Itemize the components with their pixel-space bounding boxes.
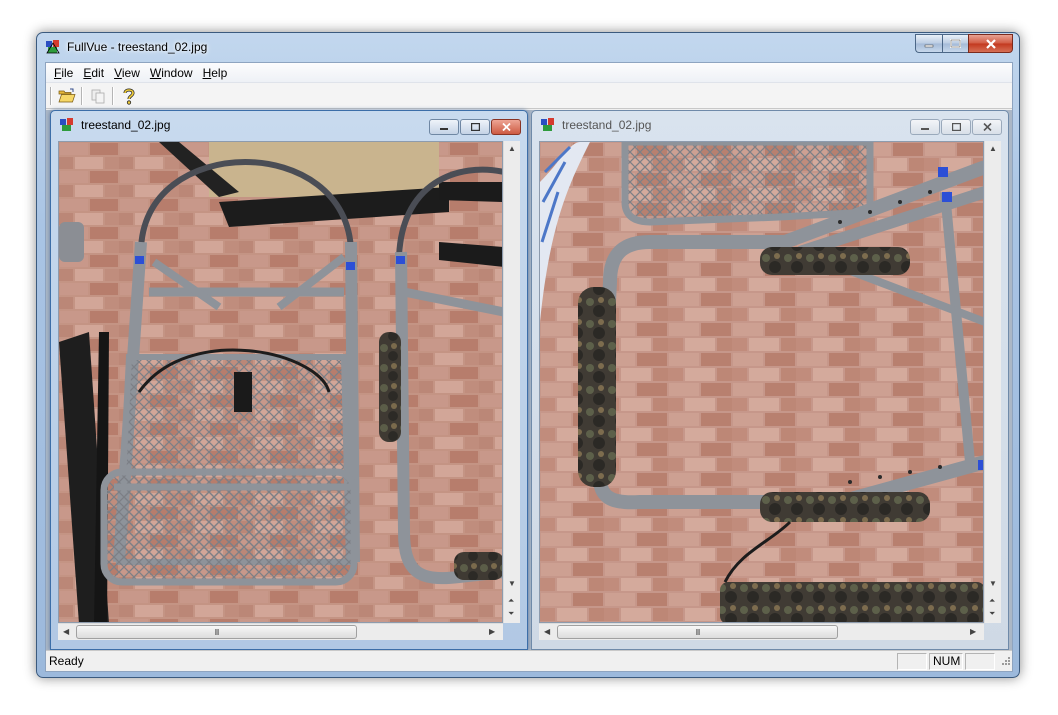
child-title-2: treestand_02.jpg <box>562 118 652 132</box>
horizontal-scroll-thumb-1[interactable]: III <box>76 625 357 639</box>
maximize-icon <box>950 39 961 48</box>
scroll-down-icon[interactable]: ▼ <box>508 579 516 588</box>
menu-window[interactable]: Window <box>145 66 198 80</box>
horizontal-scrollbar-1[interactable]: ◀ III ▶ <box>58 623 503 640</box>
close-icon <box>501 123 511 131</box>
child-window-2: treestand_02.jpg ▲ ▼ ⏶ ⏷ ◀ III ▶ <box>531 110 1009 650</box>
folder-open-icon <box>58 88 75 102</box>
child-restore-button[interactable] <box>460 119 490 135</box>
close-button[interactable] <box>968 34 1013 53</box>
window-title: FullVue - treestand_02.jpg <box>67 40 208 54</box>
caption-buttons <box>915 34 1013 53</box>
main-window: FullVue - treestand_02.jpg File Edit Vie… <box>36 32 1020 678</box>
statusbar: Ready NUM <box>46 650 1012 671</box>
status-pane-caps <box>897 652 927 670</box>
scroll-right-icon[interactable]: ▶ <box>970 627 976 636</box>
child-caption-buttons-1 <box>429 119 521 135</box>
menu-view[interactable]: View <box>109 66 145 80</box>
vertical-scrollbar-1[interactable]: ▲ ▼ ⏶ ⏷ <box>503 141 520 623</box>
minimize-button[interactable] <box>915 34 942 53</box>
minimize-icon <box>921 128 929 130</box>
vertical-scrollbar-2[interactable]: ▲ ▼ ⏶ ⏷ <box>984 141 1001 623</box>
child-close-button[interactable] <box>972 119 1002 135</box>
close-icon <box>982 123 992 131</box>
child-title-1: treestand_02.jpg <box>81 118 171 132</box>
scroll-up-icon[interactable]: ▲ <box>989 144 997 153</box>
image-viewport-2[interactable] <box>539 141 984 623</box>
image-doc-icon <box>541 118 554 131</box>
child-restore-button[interactable] <box>941 119 971 135</box>
child-window-1: treestand_02.jpg ▲ ▼ ⏶ ⏷ ◀ III ▶ <box>50 110 528 650</box>
page-down-icon[interactable]: ⏷ <box>508 609 514 619</box>
scroll-right-icon[interactable]: ▶ <box>489 627 495 636</box>
child-titlebar-2[interactable]: treestand_02.jpg <box>532 111 1008 139</box>
copy-icon <box>91 89 104 103</box>
child-minimize-button[interactable] <box>910 119 940 135</box>
maximize-button[interactable] <box>942 34 968 53</box>
page-up-icon[interactable]: ⏶ <box>989 596 995 606</box>
toolbar-separator <box>81 86 83 105</box>
toolbar-grip[interactable] <box>50 86 52 105</box>
status-pane-scroll <box>965 652 995 670</box>
help-button[interactable] <box>117 85 140 107</box>
scroll-left-icon[interactable]: ◀ <box>544 627 550 636</box>
copy-button[interactable] <box>86 85 109 107</box>
main-titlebar[interactable]: FullVue - treestand_02.jpg <box>37 33 1019 61</box>
open-button[interactable] <box>55 85 78 107</box>
status-pane-num: NUM <box>929 652 963 670</box>
scroll-up-icon[interactable]: ▲ <box>508 144 516 153</box>
help-question-icon <box>123 88 135 105</box>
menu-help[interactable]: Help <box>198 66 233 80</box>
status-text: Ready <box>49 654 84 668</box>
toolbar-separator <box>112 86 114 105</box>
horizontal-scroll-thumb-2[interactable]: III <box>557 625 838 639</box>
treestand-photo-2 <box>540 142 983 622</box>
menu-edit[interactable]: Edit <box>78 66 109 80</box>
toolbar <box>46 83 1012 109</box>
resize-grip-icon[interactable] <box>997 654 1011 668</box>
page-down-icon[interactable]: ⏷ <box>989 609 995 619</box>
scroll-left-icon[interactable]: ◀ <box>63 627 69 636</box>
menu-file[interactable]: File <box>52 66 78 80</box>
maximize-icon <box>951 123 961 131</box>
page-up-icon[interactable]: ⏶ <box>508 596 514 606</box>
menubar: File Edit View Window Help <box>46 63 1012 83</box>
image-viewport-1[interactable] <box>58 141 503 623</box>
fullvue-app-icon <box>46 40 60 54</box>
minimize-icon <box>924 44 934 47</box>
minimize-icon <box>440 128 448 130</box>
child-caption-buttons-2 <box>910 119 1002 135</box>
mdi-area: treestand_02.jpg ▲ ▼ ⏶ ⏷ ◀ III ▶ treesta… <box>46 110 1012 650</box>
child-close-button[interactable] <box>491 119 521 135</box>
close-icon <box>985 38 996 49</box>
client-area: File Edit View Window Help treestand_02.… <box>45 62 1013 672</box>
child-minimize-button[interactable] <box>429 119 459 135</box>
child-titlebar-1[interactable]: treestand_02.jpg <box>51 111 527 139</box>
scroll-down-icon[interactable]: ▼ <box>989 579 997 588</box>
horizontal-scrollbar-2[interactable]: ◀ III ▶ <box>539 623 984 640</box>
image-doc-icon <box>60 118 73 131</box>
maximize-icon <box>470 123 480 131</box>
treestand-photo-1 <box>59 142 502 622</box>
